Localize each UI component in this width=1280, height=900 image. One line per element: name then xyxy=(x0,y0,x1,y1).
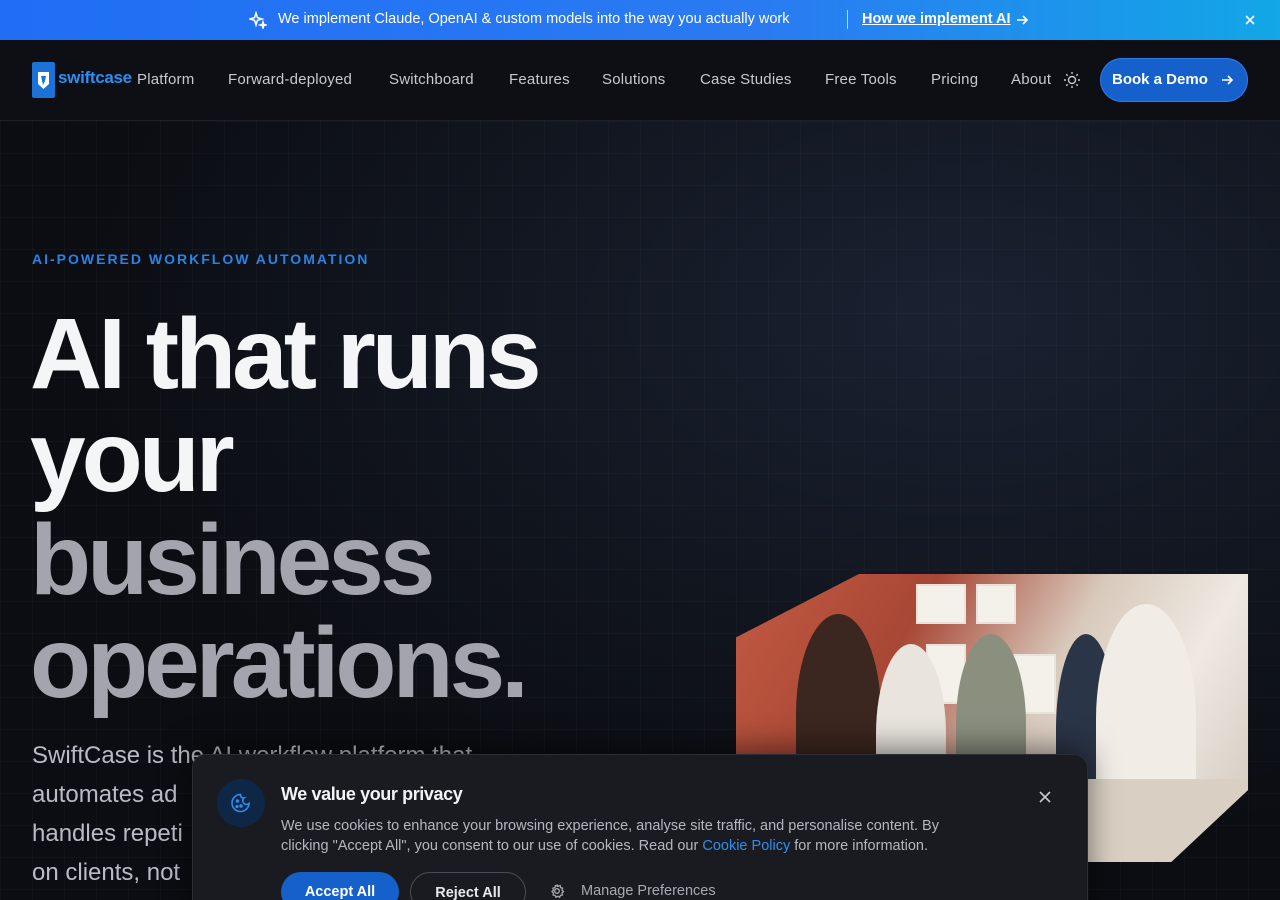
close-icon[interactable] xyxy=(1038,790,1052,804)
nav-item-solutions[interactable]: Solutions xyxy=(602,71,666,88)
headline-line-1: AI that runs xyxy=(30,298,542,410)
reject-all-label: Reject All xyxy=(435,885,501,900)
cookie-banner: We value your privacy We use cookies to … xyxy=(192,754,1088,900)
gear-icon[interactable] xyxy=(549,883,565,899)
accept-all-button[interactable]: Accept All xyxy=(281,872,399,900)
cookie-title: We value your privacy xyxy=(281,784,463,804)
nav-item-switchboard[interactable]: Switchboard xyxy=(389,71,474,88)
main-nav: swiftcase Platform Forward-deployed Swit… xyxy=(0,40,1280,121)
sparkles-icon xyxy=(249,11,267,29)
nav-item-features[interactable]: Features xyxy=(509,71,570,88)
announcement-link[interactable]: How we implement AI xyxy=(862,11,1011,27)
accept-all-label: Accept All xyxy=(304,884,376,900)
logo-text: swiftcase xyxy=(58,68,132,87)
headline-line-3: business xyxy=(30,504,435,616)
cookie-icon xyxy=(217,779,265,827)
announcement-bar: We implement Claude, OpenAI & custom mod… xyxy=(0,0,1280,40)
nav-item-pricing[interactable]: Pricing xyxy=(931,71,978,88)
arrow-right-icon[interactable] xyxy=(1015,13,1029,27)
sun-icon[interactable] xyxy=(1063,71,1081,89)
cookie-body-text-end: for more information. xyxy=(790,838,929,854)
headline-line-4: operations. xyxy=(30,607,529,719)
cookie-body: We use cookies to enhance your browsing … xyxy=(281,816,981,856)
hero-eyebrow: AI-POWERED WORKFLOW AUTOMATION xyxy=(32,251,370,267)
headline-line-2: your xyxy=(30,401,235,513)
announcement-divider xyxy=(847,10,848,29)
nav-item-platform[interactable]: Platform xyxy=(137,71,194,88)
cookie-policy-link[interactable]: Cookie Policy xyxy=(702,838,790,854)
book-demo-label: Book a Demo xyxy=(1112,71,1208,88)
arrow-right-icon xyxy=(1222,75,1234,85)
logo[interactable]: swiftcase xyxy=(32,62,132,98)
photo-window xyxy=(916,584,966,624)
photo-window xyxy=(976,584,1016,624)
manage-preferences-link[interactable]: Manage Preferences xyxy=(581,883,716,899)
close-icon[interactable] xyxy=(1243,13,1257,27)
book-demo-button[interactable]: Book a Demo xyxy=(1100,58,1248,102)
reject-all-button[interactable]: Reject All xyxy=(410,872,526,900)
nav-item-case-studies[interactable]: Case Studies xyxy=(700,71,792,88)
logo-mark-icon xyxy=(32,62,55,98)
nav-item-about[interactable]: About xyxy=(1011,71,1051,88)
nav-item-free-tools[interactable]: Free Tools xyxy=(825,71,897,88)
announcement-message: We implement Claude, OpenAI & custom mod… xyxy=(278,11,790,27)
nav-item-forward-deployed[interactable]: Forward-deployed xyxy=(228,71,352,88)
hero-headline: AI that runs your business operations. xyxy=(30,298,542,719)
